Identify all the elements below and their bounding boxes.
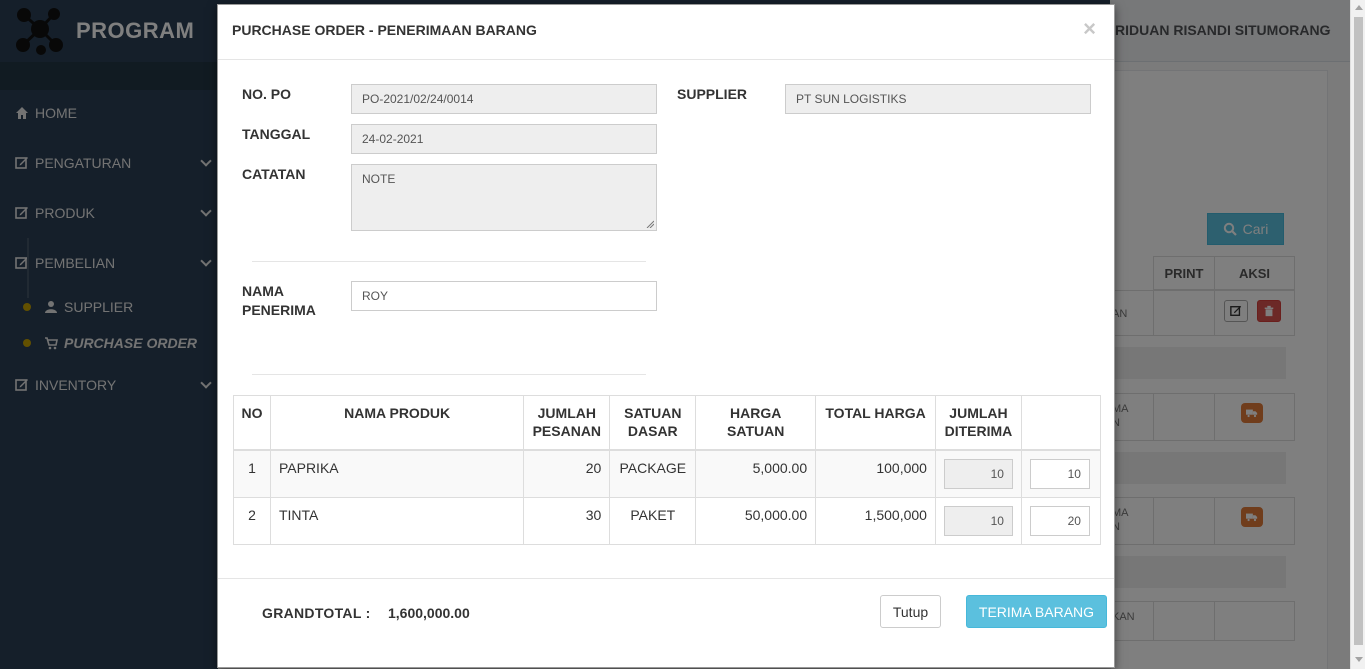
cell-jumlah-pesanan: 20	[523, 449, 611, 498]
terima-barang-button[interactable]: TERIMA BARANG	[966, 595, 1107, 628]
cell-terima-input	[1020, 496, 1102, 545]
cell-harga-satuan: 5,000.00	[695, 449, 817, 498]
column-header-input	[1020, 395, 1102, 451]
nama-penerima-field[interactable]	[351, 281, 657, 311]
modal-header: PURCHASE ORDER - PENERIMAAN BARANG	[218, 5, 1114, 60]
column-header-jumlah-diterima: JUMLAH DITERIMA	[934, 395, 1022, 451]
modal-title: PURCHASE ORDER - PENERIMAAN BARANG	[232, 22, 537, 38]
close-icon[interactable]: ×	[1083, 18, 1096, 40]
nama-penerima-label-line2: PENERIMA	[242, 302, 316, 318]
tanggal-field[interactable]	[351, 124, 657, 154]
scroll-down-arrow-icon[interactable]	[1355, 657, 1363, 662]
supplier-label: SUPPLIER	[677, 86, 748, 102]
resize-grip-icon[interactable]	[646, 220, 654, 228]
cell-jumlah-pesanan: 30	[523, 496, 611, 545]
column-header-no: NO	[233, 395, 271, 451]
terima-quantity-input[interactable]	[1029, 505, 1090, 536]
cell-harga-satuan: 50,000.00	[695, 496, 817, 545]
received-items-table: NO NAMA PRODUK JUMLAH PESANAN SATUAN DASAR…	[233, 395, 1102, 545]
table-header-row: NO NAMA PRODUK JUMLAH PESANAN SATUAN DASAR…	[233, 395, 1102, 451]
grandtotal-value: 1,600,000.00	[388, 605, 470, 621]
table-row: 1 PAPRIKA 20 PACKAGE 5,000.00 100,000	[233, 449, 1102, 498]
cell-no: 2	[233, 496, 271, 545]
cell-satuan-dasar: PAKET	[609, 496, 697, 545]
page-scrollbar[interactable]	[1350, 0, 1365, 669]
purchase-order-modal: PURCHASE ORDER - PENERIMAAN BARANG × NO.…	[217, 4, 1115, 668]
form-divider	[252, 261, 646, 262]
column-header-total-harga: TOTAL HARGA	[815, 395, 936, 451]
form-divider	[252, 374, 646, 375]
no-po-field[interactable]	[351, 84, 657, 114]
cell-satuan-dasar: PACKAGE	[609, 449, 697, 498]
cell-nama-produk: PAPRIKA	[269, 449, 525, 498]
cell-nama-produk: TINTA	[269, 496, 525, 545]
nama-penerima-label: NAMA PENERIMA	[242, 282, 316, 320]
grandtotal-label: GRANDTOTAL :	[262, 605, 371, 621]
column-header-satuan-dasar: SATUAN DASAR	[609, 395, 697, 451]
jumlah-diterima-field[interactable]	[943, 505, 1013, 536]
catatan-label: CATATAN	[242, 166, 306, 182]
scrollbar-thumb[interactable]	[1354, 17, 1363, 645]
cell-jumlah-diterima	[934, 449, 1022, 498]
supplier-field[interactable]	[785, 84, 1091, 114]
column-header-nama-produk: NAMA PRODUK	[269, 395, 525, 451]
catatan-textarea[interactable]: NOTE	[351, 164, 657, 231]
jumlah-diterima-field[interactable]	[943, 458, 1013, 489]
cell-terima-input	[1020, 449, 1102, 498]
terima-quantity-input[interactable]	[1029, 458, 1090, 489]
tanggal-label: TANGGAL	[242, 126, 311, 142]
column-header-jumlah-pesanan: JUMLAH PESANAN	[523, 395, 611, 451]
nama-penerima-label-line1: NAMA	[242, 283, 284, 299]
no-po-label: NO. PO	[242, 86, 292, 102]
scroll-up-arrow-icon[interactable]	[1355, 5, 1363, 10]
close-button[interactable]: Tutup	[880, 595, 941, 628]
cell-no: 1	[233, 449, 271, 498]
cell-total-harga: 1,500,000	[815, 496, 936, 545]
cell-jumlah-diterima	[934, 496, 1022, 545]
cell-total-harga: 100,000	[815, 449, 936, 498]
table-row: 2 TINTA 30 PAKET 50,000.00 1,500,000	[233, 496, 1102, 545]
column-header-harga-satuan: HARGA SATUAN	[695, 395, 817, 451]
